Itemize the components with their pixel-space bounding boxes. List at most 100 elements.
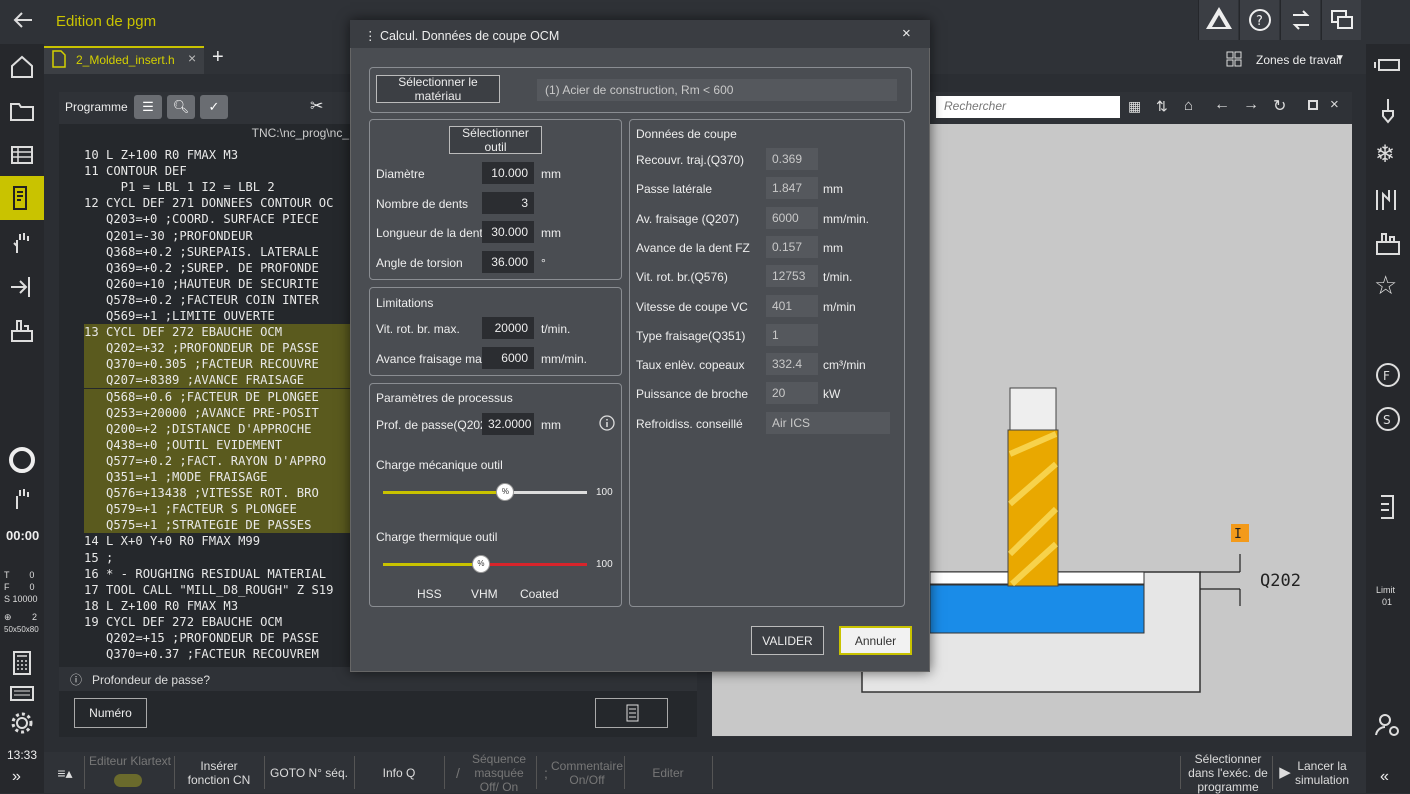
- code-line[interactable]: 18 L Z+100 R0 FMAX M3: [84, 598, 384, 614]
- code-line[interactable]: 11 CONTOUR DEF: [84, 163, 384, 179]
- select-run-button[interactable]: Sélectionner dans l'exéc. de programme: [1184, 752, 1272, 794]
- code-line[interactable]: Q569=+1 ;LIMITE OUVERTE: [84, 308, 384, 324]
- close-tab-icon[interactable]: ×: [188, 50, 196, 66]
- run-program-icon[interactable]: [7, 272, 37, 302]
- tool-field-input[interactable]: 36.000: [482, 250, 534, 273]
- code-line[interactable]: Q201=-30 ;PROFONDEUR: [84, 228, 384, 244]
- code-line[interactable]: 10 L Z+100 R0 FMAX M3: [84, 147, 384, 163]
- user-settings-icon[interactable]: [1373, 710, 1403, 740]
- code-line[interactable]: Q207=+8389 ;AVANCE FRAISAGE: [84, 372, 384, 389]
- start-ring-icon[interactable]: [7, 445, 37, 475]
- tool-field-input[interactable]: 10.000: [482, 162, 534, 184]
- speed-override-icon[interactable]: S: [1373, 404, 1403, 434]
- transfer-icon[interactable]: [1280, 0, 1320, 40]
- maximize-icon[interactable]: [1308, 100, 1318, 110]
- code-line[interactable]: Q370=+0.37 ;FACTEUR RECOUVREM: [84, 646, 384, 662]
- check-button[interactable]: ✓: [200, 95, 228, 119]
- code-line[interactable]: 19 CYCL DEF 272 EBAUCHE OCM: [84, 614, 384, 630]
- back-arrow-icon[interactable]: [12, 9, 34, 31]
- number-button[interactable]: Numéro: [74, 698, 147, 728]
- code-line[interactable]: 12 CYCL DEF 271 DONNEES CONTOUR OC: [84, 195, 384, 211]
- code-line[interactable]: Q579=+1 ;FACTEUR S PLONGEE: [84, 501, 384, 518]
- limit-field-input[interactable]: 6000: [482, 346, 534, 369]
- folder-icon[interactable]: [7, 96, 37, 126]
- insert-nc-button[interactable]: Insérer fonction CN: [178, 752, 260, 793]
- code-line[interactable]: Q253=+20000 ;AVANCE PRE-POSIT: [84, 404, 384, 421]
- feed-override-icon[interactable]: F: [1373, 360, 1403, 390]
- code-line[interactable]: Q260=+10 ;HAUTEUR DE SECURITE: [84, 276, 384, 292]
- edit-button[interactable]: Editer: [628, 752, 708, 793]
- code-line[interactable]: Q370=+0.305 ;FACTEUR RECOUVRE: [84, 356, 384, 373]
- warning-icon[interactable]: [1198, 0, 1238, 40]
- calculator-button[interactable]: [595, 698, 668, 728]
- code-line[interactable]: Q203=+0 ;COORD. SURFACE PIECE: [84, 211, 384, 227]
- code-line[interactable]: Q200=+2 ;DISTANCE D'APPROCHE: [84, 420, 384, 437]
- menu-icon[interactable]: ≡▴: [50, 752, 80, 793]
- code-line[interactable]: P1 = LBL 1 I2 = LBL 2: [84, 179, 384, 195]
- code-line[interactable]: 15 ;: [84, 550, 384, 566]
- cancel-button[interactable]: Annuler: [839, 626, 912, 655]
- calculator-icon[interactable]: [7, 648, 37, 678]
- editor-toggle-switch[interactable]: [114, 774, 142, 787]
- depth-input[interactable]: 32.0000: [482, 413, 534, 435]
- code-line[interactable]: Q577=+0.2 ;FACT. RAYON D'APPRO: [84, 452, 384, 469]
- zones-dropdown[interactable]: Zones de travail: [1256, 53, 1341, 67]
- cut-icon[interactable]: ✂: [310, 96, 323, 116]
- code-line[interactable]: Q575=+1 ;STRATEGIE DE PASSES: [84, 517, 384, 534]
- code-line[interactable]: Q368=+0.2 ;SUREPAIS. LATERALE: [84, 244, 384, 260]
- expand-icon[interactable]: »: [12, 768, 21, 786]
- code-line[interactable]: 13 CYCL DEF 272 EBAUCHE OCM: [84, 324, 384, 341]
- spindle-head-icon[interactable]: [1373, 52, 1403, 82]
- code-line[interactable]: 14 L X+0 Y+0 R0 FMAX M99: [84, 533, 384, 549]
- tool-field-input[interactable]: 30.000: [482, 221, 534, 243]
- close-dialog-icon[interactable]: ×: [902, 25, 911, 42]
- home-icon[interactable]: [7, 52, 37, 82]
- refresh-icon[interactable]: ↻: [1273, 96, 1286, 116]
- coolant-icon[interactable]: ❄: [1375, 140, 1395, 169]
- tool-field-input[interactable]: 3: [482, 191, 534, 214]
- comment-button[interactable]: Commentaire On/Off: [551, 752, 623, 793]
- code-line[interactable]: Q202=+32 ;PROFONDEUR DE PASSE: [84, 340, 384, 357]
- code-line[interactable]: 17 TOOL CALL "MILL_D8_ROUGH" Z S19: [84, 582, 384, 598]
- code-line[interactable]: Q351=+1 ;MODE FRAISAGE: [84, 469, 384, 485]
- list-view-button[interactable]: ☰: [134, 95, 162, 119]
- search-input[interactable]: Rechercher: [936, 96, 1120, 118]
- code-line[interactable]: Q578=+0.2 ;FACTEUR COIN INTER: [84, 292, 384, 308]
- workpiece-icon[interactable]: [1373, 228, 1403, 258]
- code-line[interactable]: Q568=+0.6 ;FACTEUR DE PLONGEE: [84, 388, 384, 405]
- code-line[interactable]: Q438=+0 ;OUTIL EVIDEMENT: [84, 436, 384, 453]
- favorites-star-icon[interactable]: ☆: [1374, 270, 1397, 301]
- info-q-button[interactable]: Info Q: [358, 752, 440, 793]
- machine-icon[interactable]: [7, 316, 37, 346]
- goto-button[interactable]: GOTO N° séq.: [268, 752, 350, 793]
- home-view-icon[interactable]: ⌂: [1184, 97, 1193, 114]
- help-icon[interactable]: ?: [1239, 0, 1279, 40]
- code-line[interactable]: 16 * - ROUGHING RESIDUAL MATERIAL: [84, 566, 384, 582]
- table-icon[interactable]: [7, 140, 37, 170]
- drag-handle-icon[interactable]: ⋮: [364, 29, 380, 43]
- arrow-right-icon[interactable]: →: [1243, 96, 1259, 114]
- close-panel-icon[interactable]: ×: [1330, 96, 1339, 113]
- code-line[interactable]: Q202=+15 ;PROFONDEUR DE PASSE: [84, 630, 384, 646]
- code-line[interactable]: Q369=+0.2 ;SUREP. DE PROFONDE: [84, 260, 384, 276]
- collapse-icon[interactable]: «: [1380, 768, 1389, 786]
- therm-load-slider[interactable]: %: [471, 555, 490, 573]
- simulate-button[interactable]: Lancer la simulation: [1294, 752, 1350, 793]
- arrow-left-icon[interactable]: ←: [1214, 96, 1230, 114]
- windows-icon[interactable]: [1321, 0, 1361, 40]
- limit-field-input[interactable]: 20000: [482, 317, 534, 339]
- info-icon[interactable]: [599, 415, 615, 431]
- select-tool-button[interactable]: Sélectionner outil: [449, 126, 542, 154]
- axis-limit-icon[interactable]: [1373, 492, 1403, 522]
- validate-button[interactable]: VALIDER: [751, 626, 824, 655]
- hand-icon[interactable]: [7, 484, 37, 514]
- search-button[interactable]: 🔍︎: [167, 95, 195, 119]
- sort-icon[interactable]: ⇅: [1156, 98, 1168, 115]
- settings-gear-icon[interactable]: [7, 708, 37, 738]
- select-material-button[interactable]: Sélectionner le matériau: [376, 75, 500, 103]
- masked-seq-button[interactable]: Séquence masquée Off/ On: [464, 752, 534, 794]
- code-line[interactable]: Q576=+13438 ;VITESSE ROT. BRO: [84, 485, 384, 502]
- add-tab-icon[interactable]: +: [212, 46, 224, 69]
- grid-view-icon[interactable]: ▦: [1128, 98, 1141, 115]
- keyboard-icon[interactable]: [7, 678, 37, 708]
